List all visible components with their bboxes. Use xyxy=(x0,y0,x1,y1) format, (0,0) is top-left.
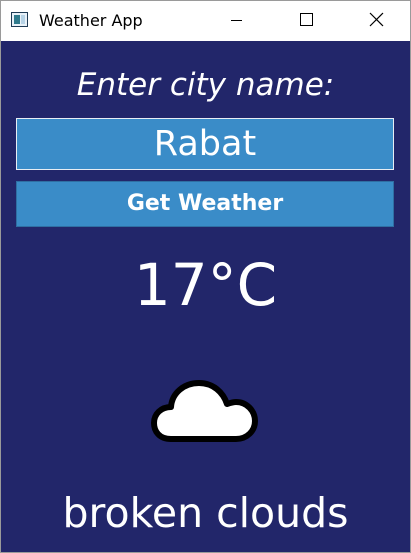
temperature-display: 17°C xyxy=(133,251,278,319)
window-title: Weather App xyxy=(39,11,143,30)
close-icon xyxy=(369,12,384,27)
city-prompt-label: Enter city name: xyxy=(76,67,335,103)
title-bar: Weather App xyxy=(1,1,410,41)
minimize-button[interactable] xyxy=(214,1,260,41)
close-button[interactable] xyxy=(353,1,399,41)
minimize-icon xyxy=(231,20,242,21)
weather-description: broken clouds xyxy=(62,489,349,537)
cloud-icon xyxy=(151,380,258,442)
maximize-icon xyxy=(300,13,313,26)
weather-app-window: Weather App Enter city name: Get Weather… xyxy=(0,0,411,553)
app-icon xyxy=(11,12,28,27)
get-weather-button[interactable]: Get Weather xyxy=(16,181,394,227)
city-input[interactable] xyxy=(16,118,394,170)
maximize-button[interactable] xyxy=(283,1,329,41)
